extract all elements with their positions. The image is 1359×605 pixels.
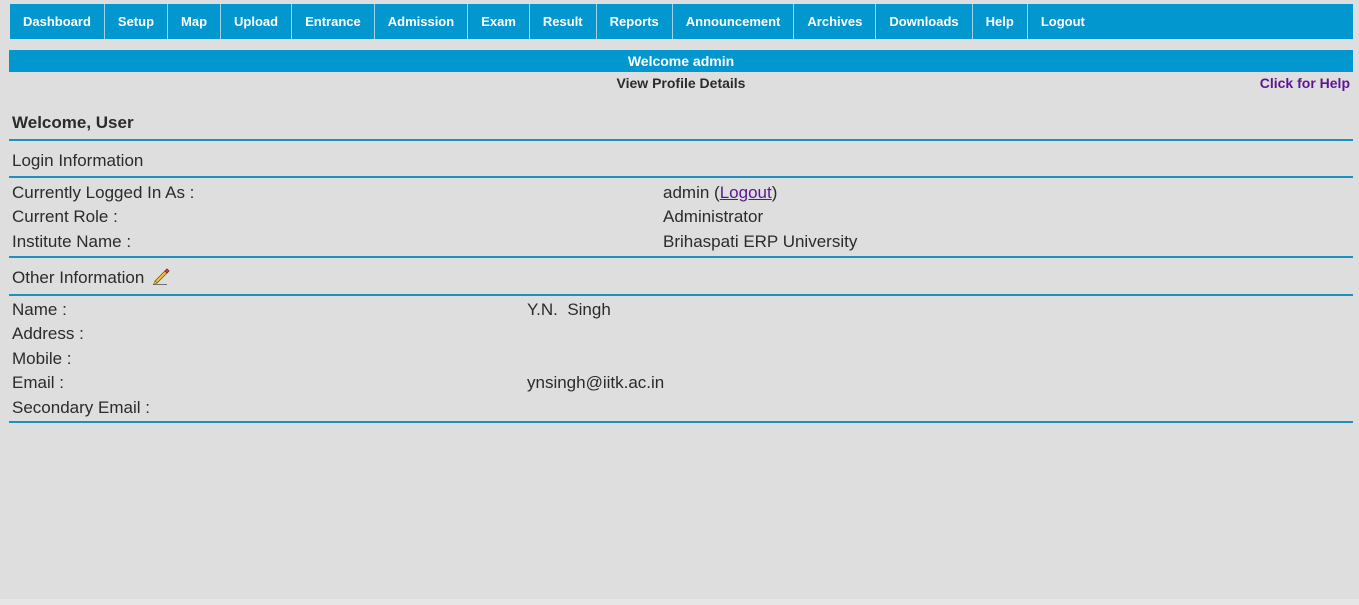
login-info-title: Login Information (12, 151, 144, 170)
mobile-label: Mobile : (12, 349, 72, 368)
footer-strip (0, 599, 1359, 605)
menu-archives[interactable]: Archives (794, 4, 877, 39)
menu-map[interactable]: Map (168, 4, 222, 39)
menu-entrance[interactable]: Entrance (292, 4, 375, 39)
role-value: Administrator (663, 207, 764, 226)
menu-result[interactable]: Result (530, 4, 597, 39)
logged-in-user: admin (663, 183, 710, 202)
menu-exam[interactable]: Exam (468, 4, 530, 39)
menu-downloads[interactable]: Downloads (876, 4, 973, 39)
pencil-icon[interactable] (152, 268, 170, 290)
inline-logout-link[interactable]: Logout (720, 183, 772, 202)
welcome-banner: Welcome admin (9, 50, 1353, 72)
menu-dashboard[interactable]: Dashboard (10, 4, 105, 39)
name-label: Name : (12, 300, 67, 319)
divider (9, 139, 1353, 141)
logged-in-label: Currently Logged In As : (12, 183, 195, 202)
menu-help[interactable]: Help (973, 4, 1028, 39)
main-menu-bar: Dashboard Setup Map Upload Entrance Admi… (10, 4, 1353, 39)
menu-admission[interactable]: Admission (375, 4, 469, 39)
address-label: Address : (12, 324, 84, 343)
menu-upload[interactable]: Upload (221, 4, 293, 39)
name-value: Y.N. Singh (527, 300, 611, 319)
divider (9, 294, 1353, 296)
email-value: ynsingh@iitk.ac.in (527, 373, 665, 392)
menu-reports[interactable]: Reports (597, 4, 673, 39)
view-profile-heading: View Profile Details (616, 75, 746, 91)
institute-label: Institute Name : (12, 232, 132, 251)
other-info-title: Other Information (12, 268, 145, 287)
menu-announcement[interactable]: Announcement (673, 4, 795, 39)
role-label: Current Role : (12, 207, 118, 226)
menu-setup[interactable]: Setup (105, 4, 169, 39)
divider (9, 176, 1353, 178)
institute-value: Brihaspati ERP University (663, 232, 858, 251)
help-link[interactable]: Click for Help (1260, 75, 1350, 91)
divider (9, 421, 1353, 423)
email-label: Email : (12, 373, 64, 392)
logged-in-value: admin (Logout) (663, 183, 778, 202)
page-greeting: Welcome, User (12, 113, 134, 132)
secondary-email-label: Secondary Email : (12, 398, 150, 417)
divider (9, 256, 1353, 258)
other-info-heading: Other Information (12, 268, 170, 290)
menu-logout[interactable]: Logout (1028, 4, 1098, 39)
